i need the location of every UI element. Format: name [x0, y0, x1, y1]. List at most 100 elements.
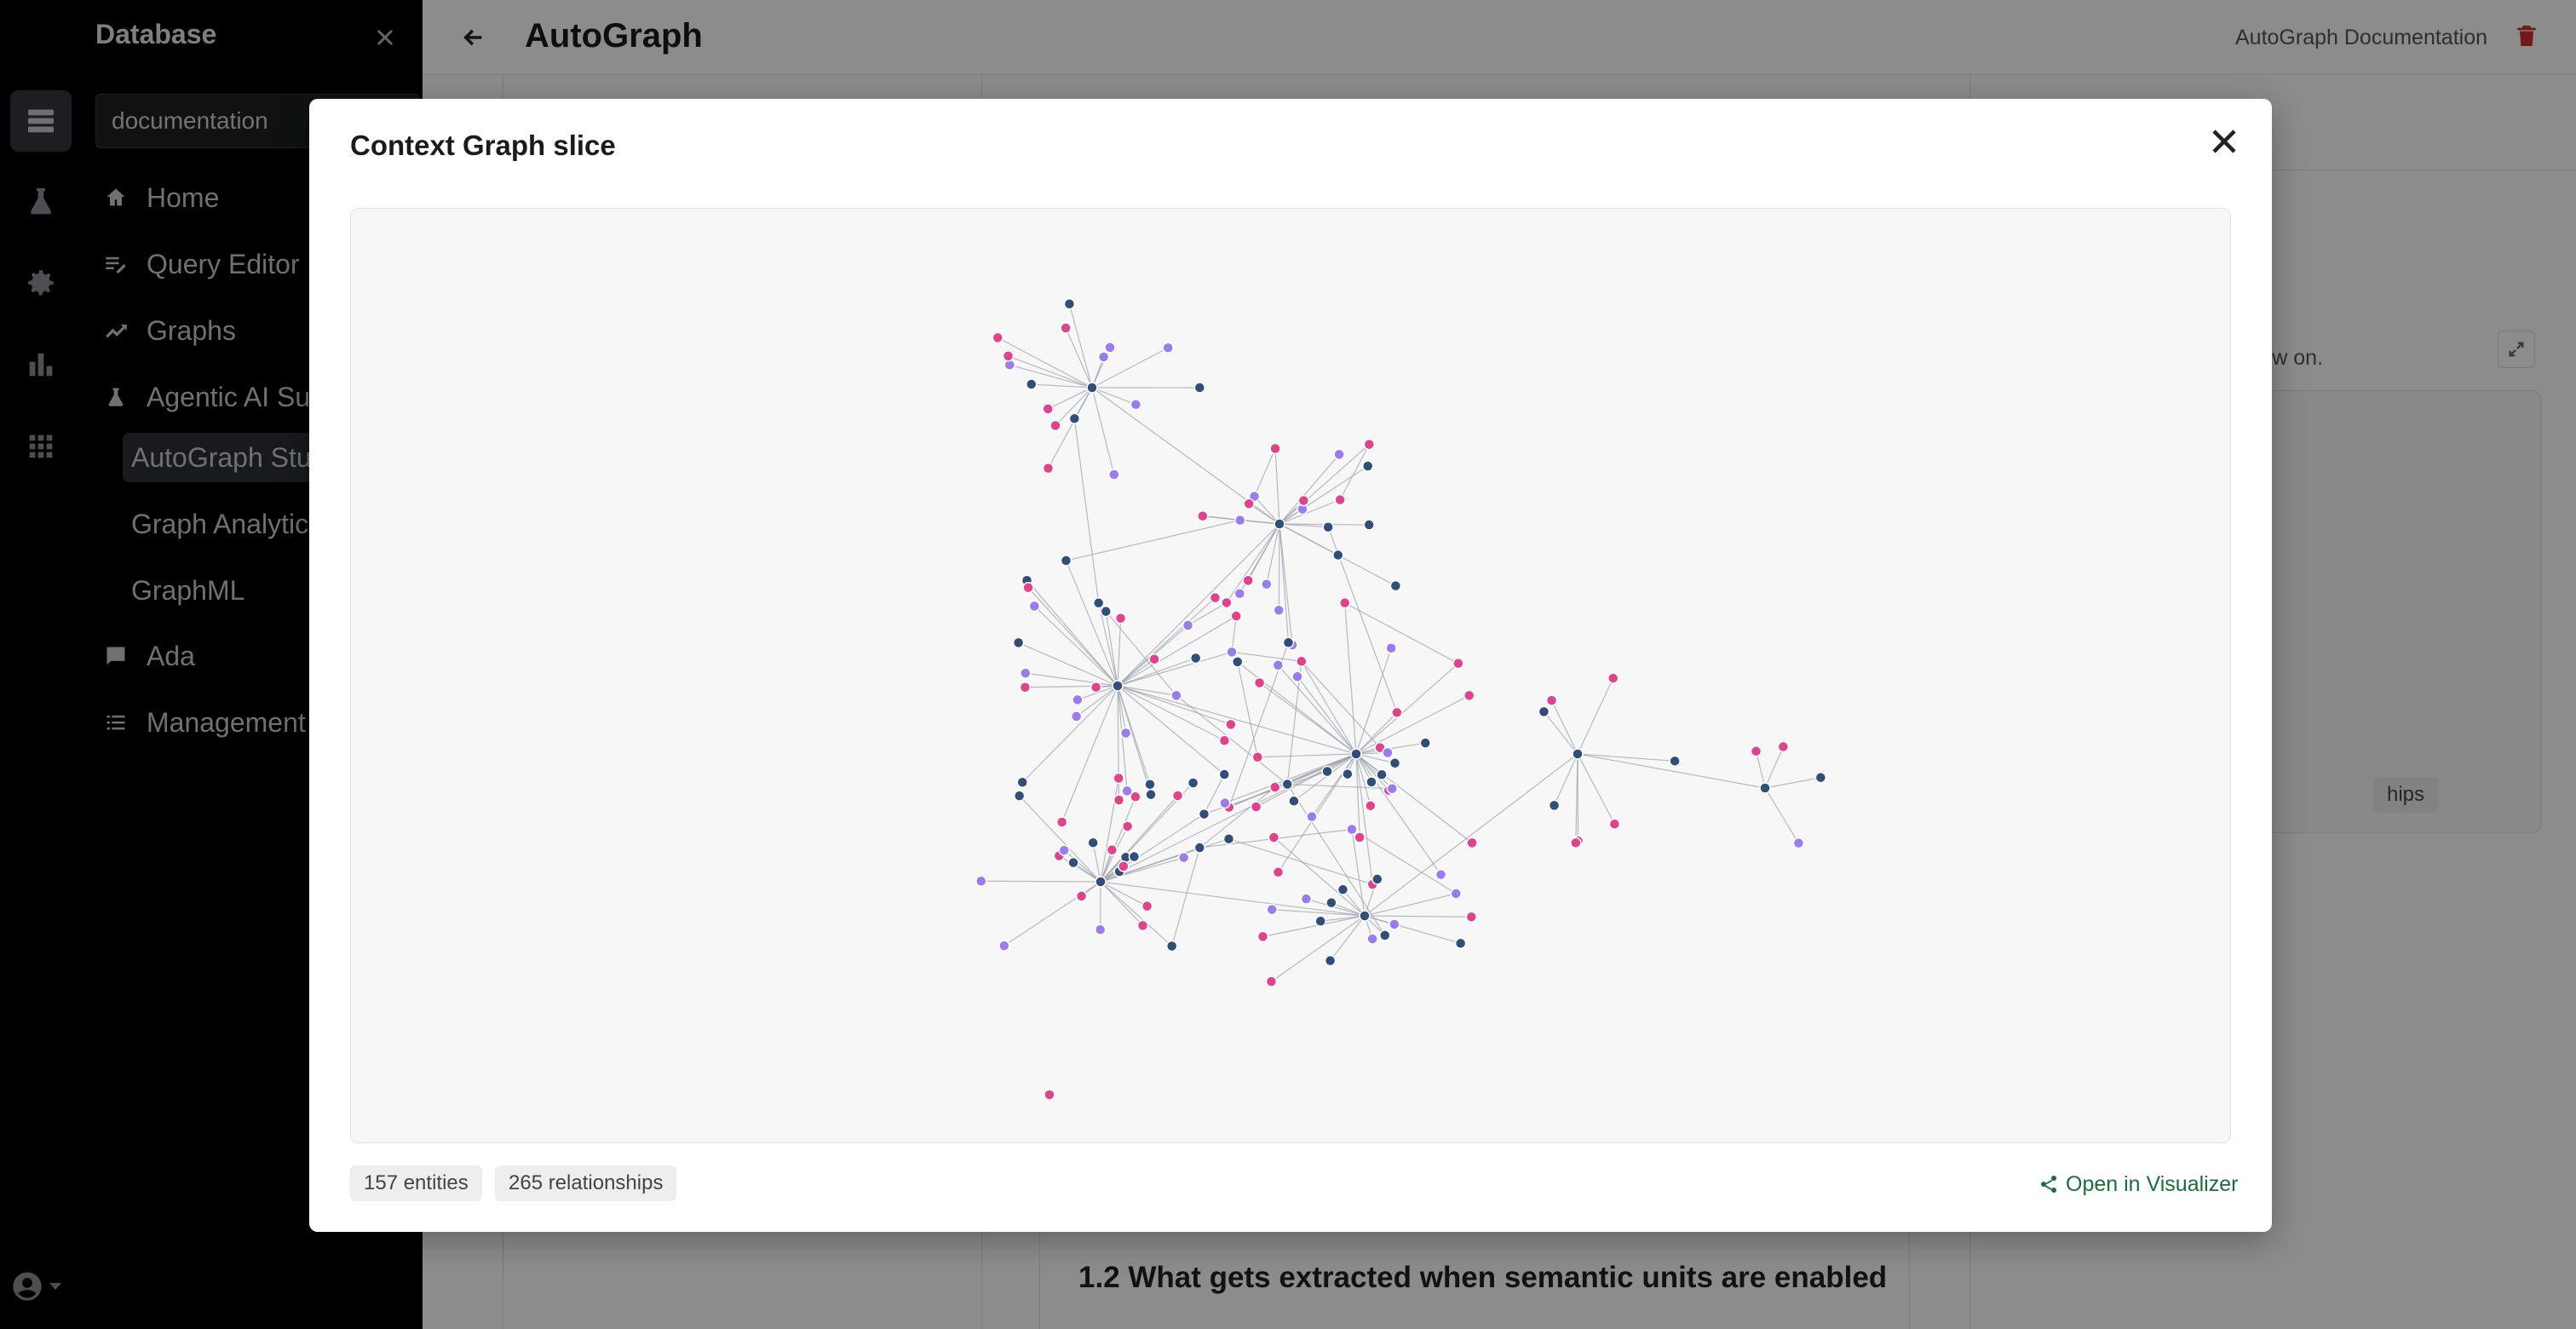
graph-node[interactable]: [1814, 771, 1827, 784]
graph-node[interactable]: [1333, 448, 1345, 461]
graph-node[interactable]: [1466, 837, 1478, 849]
graph-node[interactable]: [1570, 837, 1582, 849]
graph-node[interactable]: [1371, 873, 1383, 885]
graph-node[interactable]: [1177, 851, 1190, 864]
graph-node[interactable]: [1118, 860, 1130, 872]
graph-node[interactable]: [1112, 680, 1124, 692]
graph-node[interactable]: [1350, 748, 1362, 760]
graph-node[interactable]: [1366, 776, 1377, 788]
graph-node[interactable]: [1097, 351, 1110, 363]
graph-node[interactable]: [1044, 1089, 1055, 1101]
graph-node[interactable]: [1075, 890, 1088, 902]
graph-node[interactable]: [1463, 689, 1475, 702]
graph-node[interactable]: [1324, 954, 1337, 967]
graph-node[interactable]: [1108, 469, 1120, 480]
graph-node[interactable]: [1162, 342, 1174, 354]
graph-node[interactable]: [1193, 382, 1206, 394]
graph-node[interactable]: [1385, 642, 1397, 654]
graph-node[interactable]: [975, 875, 987, 887]
graph-node[interactable]: [1170, 689, 1182, 702]
graph-node[interactable]: [1020, 667, 1032, 679]
graph-node[interactable]: [1058, 844, 1070, 856]
graph-node[interactable]: [1452, 657, 1464, 670]
graph-node[interactable]: [1548, 799, 1561, 812]
graph-node[interactable]: [1128, 850, 1141, 863]
graph-node[interactable]: [1389, 579, 1402, 592]
graph-node[interactable]: [1382, 746, 1394, 759]
graph-node[interactable]: [1607, 672, 1619, 684]
graph-node[interactable]: [1026, 378, 1038, 390]
graph-node[interactable]: [1028, 600, 1041, 613]
graph-node[interactable]: [1243, 498, 1255, 510]
graph-node[interactable]: [1282, 636, 1295, 649]
graph-node[interactable]: [1144, 778, 1156, 791]
graph-node[interactable]: [1104, 342, 1116, 354]
graph-node[interactable]: [1087, 837, 1099, 849]
graph-node[interactable]: [1366, 933, 1378, 945]
graph-node[interactable]: [1545, 694, 1558, 706]
graph-node[interactable]: [1322, 521, 1334, 533]
graph-node[interactable]: [1250, 801, 1262, 813]
graph-node[interactable]: [1197, 510, 1209, 522]
graph-node[interactable]: [1114, 612, 1127, 624]
graph-node[interactable]: [1376, 768, 1388, 781]
graph-node[interactable]: [1291, 670, 1303, 683]
graph-node[interactable]: [1022, 582, 1034, 594]
graph-node[interactable]: [1165, 940, 1178, 952]
graph-node[interactable]: [992, 331, 1003, 344]
graph-node[interactable]: [1221, 596, 1233, 609]
graph-node[interactable]: [1359, 910, 1371, 922]
graph-node[interactable]: [1419, 737, 1431, 749]
graph-node[interactable]: [1256, 930, 1269, 943]
graph-node[interactable]: [1465, 911, 1478, 923]
graph-node[interactable]: [1288, 795, 1300, 808]
graph-node[interactable]: [1067, 856, 1079, 869]
graph-node[interactable]: [1386, 782, 1398, 795]
graph-node[interactable]: [1391, 706, 1403, 719]
graph-node[interactable]: [1334, 493, 1346, 506]
graph-node[interactable]: [1233, 587, 1246, 600]
graph-node[interactable]: [1106, 843, 1118, 856]
graph-node[interactable]: [1321, 765, 1333, 778]
graph-node[interactable]: [1092, 597, 1105, 609]
graph-node[interactable]: [1435, 868, 1447, 881]
graph-node[interactable]: [1060, 322, 1072, 334]
graph-node[interactable]: [1608, 818, 1621, 830]
graph-node[interactable]: [1226, 646, 1238, 659]
graph-node[interactable]: [1094, 923, 1107, 935]
graph-node[interactable]: [1454, 937, 1467, 950]
graph-node[interactable]: [1016, 776, 1028, 789]
graph-node[interactable]: [1325, 896, 1337, 909]
graph-node[interactable]: [1218, 734, 1231, 746]
graph-node[interactable]: [1274, 518, 1285, 530]
graph-node[interactable]: [1130, 791, 1141, 803]
graph-node[interactable]: [1300, 893, 1313, 905]
graph-node[interactable]: [1777, 740, 1790, 753]
graph-node[interactable]: [1538, 705, 1550, 718]
graph-node[interactable]: [1055, 816, 1068, 828]
graph-node[interactable]: [1002, 350, 1015, 362]
graph-node[interactable]: [1222, 832, 1235, 845]
graph-node[interactable]: [1273, 604, 1285, 617]
graph-node[interactable]: [1750, 745, 1762, 757]
graph-node[interactable]: [998, 940, 1010, 952]
graph-node[interactable]: [1019, 681, 1032, 693]
graph-node[interactable]: [1253, 676, 1266, 689]
graph-node[interactable]: [1060, 555, 1072, 567]
graph-node[interactable]: [1792, 837, 1805, 849]
graph-node[interactable]: [1365, 800, 1377, 812]
graph-node[interactable]: [1251, 751, 1264, 763]
graph-visualization[interactable]: [351, 209, 2231, 1143]
graph-node[interactable]: [1136, 919, 1149, 932]
graph-node[interactable]: [1314, 915, 1326, 927]
graph-node[interactable]: [1130, 399, 1142, 411]
graph-node[interactable]: [1354, 831, 1366, 843]
graph-canvas[interactable]: [350, 208, 2231, 1143]
graph-node[interactable]: [1389, 757, 1401, 769]
graph-node[interactable]: [1306, 810, 1318, 823]
graph-node[interactable]: [1261, 578, 1273, 590]
graph-node[interactable]: [1225, 718, 1237, 731]
graph-node[interactable]: [1219, 797, 1231, 809]
graph-node[interactable]: [1141, 900, 1153, 912]
graph-node[interactable]: [1182, 619, 1194, 631]
